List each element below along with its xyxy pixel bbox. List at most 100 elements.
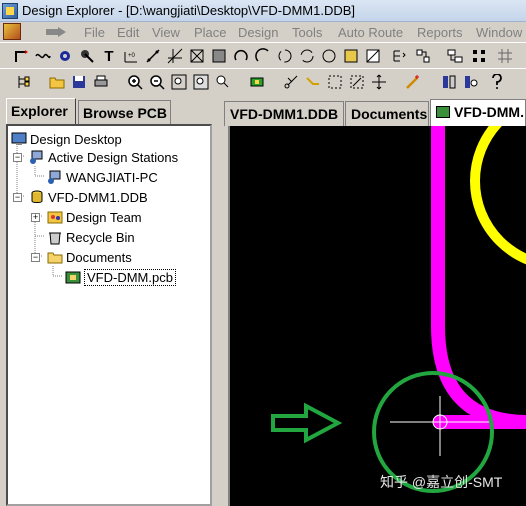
protel-logo-icon[interactable] <box>3 23 21 40</box>
collapse-toggle[interactable]: − <box>13 193 22 202</box>
interactive-route-icon[interactable] <box>304 73 322 91</box>
tree-node-wangjiati-pc[interactable]: WANGJIATI-PC <box>47 168 158 186</box>
collapse-toggle[interactable]: − <box>13 153 22 162</box>
line-corner-icon[interactable] <box>12 47 30 65</box>
origin-icon[interactable] <box>166 47 184 65</box>
menu-view[interactable]: View <box>152 25 180 40</box>
component-icon[interactable] <box>446 47 464 65</box>
library-browse-icon[interactable] <box>462 73 480 91</box>
tree-node-active-design-stations[interactable]: Active Design Stations <box>29 148 178 166</box>
arc-angle-icon[interactable] <box>298 47 316 65</box>
component-place-icon[interactable] <box>390 47 408 65</box>
menu-bar: File Edit View Place Design Tools Auto R… <box>0 22 526 42</box>
keepout-icon[interactable] <box>470 47 488 65</box>
team-icon <box>47 209 63 225</box>
menu-edit[interactable]: Edit <box>117 25 139 40</box>
circle-icon[interactable] <box>320 47 338 65</box>
explorer-panel: Explorer Browse PCB Design Desktop − Act… <box>4 98 216 506</box>
menu-reports[interactable]: Reports <box>417 25 463 40</box>
zoom-fit-icon[interactable] <box>192 73 210 91</box>
desktop-icon <box>11 131 27 147</box>
placement-toolbar: T +0 <box>0 42 526 68</box>
coordinate-icon[interactable]: +0 <box>122 47 140 65</box>
yellow-arc-trace <box>470 126 526 265</box>
wand-icon[interactable] <box>404 73 422 91</box>
menu-window[interactable]: Window <box>476 25 522 40</box>
cut-icon[interactable] <box>282 73 300 91</box>
room-icon[interactable] <box>188 47 206 65</box>
title-bar: Design Explorer - [D:\wangjiati\Desktop\… <box>0 0 526 22</box>
arc-any-icon[interactable] <box>276 47 294 65</box>
watermark: 知乎 @嘉立创-SMT <box>380 474 503 490</box>
print-icon[interactable] <box>92 73 110 91</box>
expand-toggle[interactable]: + <box>31 213 40 222</box>
tab-browse-pcb[interactable]: Browse PCB <box>78 100 171 124</box>
zoom-in-icon[interactable] <box>126 73 144 91</box>
cross-probe-icon[interactable] <box>248 73 266 91</box>
help-icon[interactable] <box>488 73 506 91</box>
tab-vfd-dmm1-ddb[interactable]: VFD-DMM1.DDB <box>224 101 344 126</box>
pcb-tab-icon <box>436 106 450 118</box>
tree-view-icon[interactable] <box>14 73 32 91</box>
via-icon[interactable] <box>78 47 96 65</box>
stations-icon <box>29 149 45 165</box>
main-toolbar <box>0 68 526 94</box>
window-title: Design Explorer - [D:\wangjiati\Desktop\… <box>22 3 356 18</box>
computer-icon <box>47 169 63 185</box>
zoom-last-icon[interactable] <box>214 73 232 91</box>
split-plane-icon[interactable] <box>364 47 382 65</box>
tree-label: Documents <box>66 249 132 265</box>
open-folder-icon[interactable] <box>48 73 66 91</box>
svg-text:+0: +0 <box>128 53 136 59</box>
tree-node-design-team[interactable]: Design Team <box>47 208 142 226</box>
menu-tools[interactable]: Tools <box>292 25 322 40</box>
menu-file[interactable]: File <box>84 25 105 40</box>
pcb-file-icon <box>65 269 81 285</box>
arc-center-icon[interactable] <box>232 47 250 65</box>
tree-label: Recycle Bin <box>66 229 135 245</box>
pad-icon[interactable] <box>56 47 74 65</box>
dimension-icon[interactable] <box>144 47 162 65</box>
pointer-arrow <box>271 402 343 444</box>
move-icon[interactable] <box>370 73 388 91</box>
polygon-icon[interactable] <box>342 47 360 65</box>
tree-label-selected: VFD-DMM.pcb <box>84 268 176 286</box>
tree-node-recycle-bin[interactable]: Recycle Bin <box>47 228 135 246</box>
folder-icon <box>47 249 63 265</box>
save-icon[interactable] <box>70 73 88 91</box>
explorer-tabs: Explorer Browse PCB <box>4 98 216 125</box>
select-area-icon[interactable] <box>326 73 344 91</box>
wave-line-icon[interactable] <box>34 47 52 65</box>
recycle-bin-icon <box>47 229 63 245</box>
zoom-area-icon[interactable] <box>170 73 188 91</box>
tree-node-design-desktop[interactable]: Design Desktop <box>11 130 122 148</box>
tab-documents[interactable]: Documents <box>345 101 429 126</box>
deselect-icon[interactable] <box>348 73 366 91</box>
tab-label: VFD-DMM. <box>454 104 524 120</box>
tab-explorer[interactable]: Explorer <box>6 98 76 125</box>
app-icon <box>2 3 18 19</box>
menu-auto-route[interactable]: Auto Route <box>338 25 403 40</box>
pcb-drawing <box>271 126 526 493</box>
pcb-canvas[interactable]: 知乎 @嘉立创-SMT <box>228 126 526 506</box>
zoom-out-icon[interactable] <box>148 73 166 91</box>
document-tabs: VFD-DMM1.DDB Documents VFD-DMM. <box>222 98 526 126</box>
tree-label: Active Design Stations <box>48 149 179 165</box>
tree-node-vfd-dmm-pcb[interactable]: VFD-DMM.pcb <box>65 268 176 286</box>
align-icon[interactable] <box>414 47 432 65</box>
tab-vfd-dmm-pcb[interactable]: VFD-DMM. <box>430 99 526 126</box>
back-arrow-icon[interactable] <box>46 27 68 37</box>
grid-icon[interactable] <box>496 47 514 65</box>
tree-label: Design Team <box>66 209 142 225</box>
explorer-tree: Design Desktop − Active Design Stations … <box>6 124 212 506</box>
library-icon[interactable] <box>440 73 458 91</box>
arc-edge-icon[interactable] <box>254 47 272 65</box>
text-tool-icon[interactable]: T <box>100 47 118 65</box>
tree-node-documents[interactable]: Documents <box>47 248 132 266</box>
menu-place[interactable]: Place <box>194 25 227 40</box>
fill-icon[interactable] <box>210 47 228 65</box>
collapse-toggle[interactable]: − <box>31 253 40 262</box>
tree-label: WANGJIATI-PC <box>66 169 158 185</box>
tree-node-vfd-dmm1-ddb[interactable]: VFD-DMM1.DDB <box>29 188 148 206</box>
menu-design[interactable]: Design <box>238 25 278 40</box>
